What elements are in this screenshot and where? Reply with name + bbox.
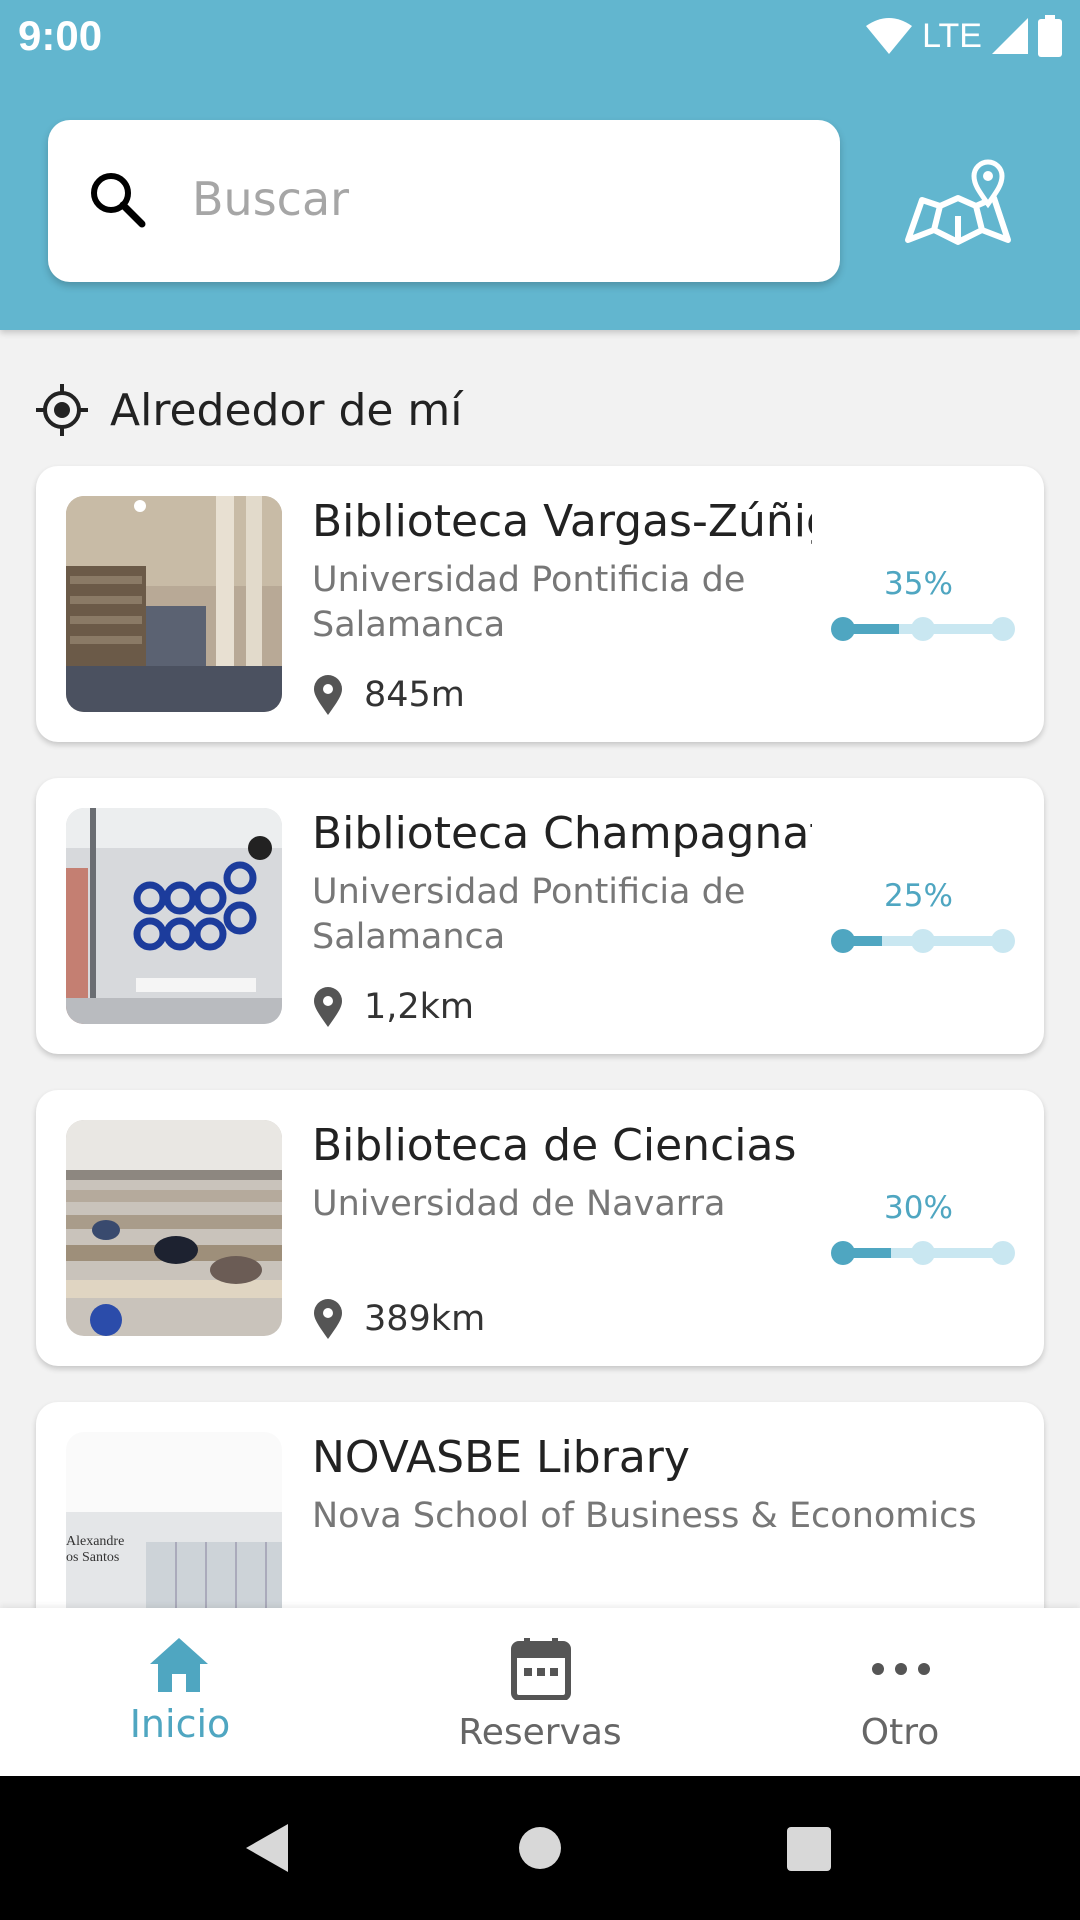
occupancy-dot-low: [831, 617, 855, 641]
nav-label: Otro: [860, 1712, 940, 1753]
status-bar: 9:00 LTE: [0, 0, 1080, 72]
library-institution: Universidad Pontificia de Salamanca: [312, 560, 746, 645]
library-photo: [66, 1120, 282, 1336]
bottom-navigation: Inicio Reservas Otro: [0, 1608, 1080, 1776]
network-type: LTE: [922, 16, 982, 55]
location-pin-icon: [314, 675, 342, 715]
section-title: Alrededor de mí: [110, 384, 463, 436]
back-icon[interactable]: [244, 1822, 290, 1874]
search-placeholder: Buscar: [192, 172, 350, 226]
nav-label: Reservas: [458, 1712, 622, 1753]
home-button-icon[interactable]: [518, 1826, 562, 1870]
location-pin-icon: [314, 987, 342, 1027]
occupancy-dot-low: [831, 929, 855, 953]
library-card[interactable]: Alexandre os Santos NOVASBE Library Nova…: [36, 1402, 1044, 1642]
distance-text: 1,2km: [364, 987, 475, 1027]
location-pin-icon: [314, 1299, 342, 1339]
library-photo: [66, 808, 282, 1024]
home-icon: [150, 1638, 208, 1692]
recents-icon[interactable]: [786, 1826, 832, 1872]
library-card[interactable]: Biblioteca de Ciencias Universidad de Na…: [36, 1090, 1044, 1366]
search-icon: [91, 173, 146, 228]
occupancy-dot-mid: [911, 929, 935, 953]
distance-text: 389km: [364, 1299, 486, 1339]
nav-item-reservas[interactable]: Reservas: [360, 1608, 720, 1776]
occupancy-dot-high: [991, 929, 1015, 953]
library-card[interactable]: Biblioteca Vargas-Zúñiga Universidad Pon…: [36, 466, 1044, 742]
occupancy-indicator: 30%: [831, 1190, 1031, 1270]
library-institution: Universidad Pontificia de Salamanca: [312, 872, 746, 957]
occupancy-dot-low: [831, 1241, 855, 1265]
status-time: 9:00: [18, 12, 103, 59]
map-icon[interactable]: [902, 156, 1014, 252]
library-name: NOVASBE Library: [312, 1432, 690, 1483]
battery-icon: [1038, 15, 1062, 57]
nav-item-inicio[interactable]: Inicio: [0, 1608, 360, 1776]
wifi-icon: [866, 18, 913, 54]
library-institution: Nova School of Business & Economics: [312, 1496, 977, 1536]
occupancy-dot-mid: [911, 1241, 935, 1265]
search-input[interactable]: [48, 120, 840, 282]
library-distance: 1,2km: [312, 982, 474, 1032]
nav-label: Inicio: [129, 1702, 231, 1746]
calendar-icon: [511, 1638, 571, 1700]
signal-icon: [992, 18, 1028, 54]
library-institution: Universidad de Navarra: [312, 1184, 726, 1224]
library-name: Biblioteca Champagnat: [312, 808, 812, 859]
occupancy-indicator: 35%: [831, 566, 1031, 646]
nearby-section-header: Alrededor de mí: [36, 378, 463, 442]
occupancy-indicator: 25%: [831, 878, 1031, 958]
app-header: 9:00 LTE Buscar: [0, 0, 1080, 330]
library-distance: 389km: [312, 1294, 485, 1344]
occupancy-dot-high: [991, 1241, 1015, 1265]
distance-text: 845m: [364, 675, 465, 715]
library-name: Biblioteca de Ciencias: [312, 1120, 797, 1171]
system-navigation-bar: [0, 1776, 1080, 1920]
library-card[interactable]: Biblioteca Champagnat Universidad Pontif…: [36, 778, 1044, 1054]
status-icons: LTE: [866, 14, 1062, 58]
occupancy-label: 35%: [884, 566, 953, 602]
occupancy-dot-mid: [911, 617, 935, 641]
library-photo: [66, 496, 282, 712]
nav-item-otro[interactable]: Otro: [720, 1608, 1080, 1776]
library-name: Biblioteca Vargas-Zúñiga: [312, 496, 812, 547]
library-distance: 845m: [312, 670, 465, 720]
photo-caption-text: Alexandre os Santos: [66, 1534, 125, 1565]
my-location-icon: [36, 384, 88, 436]
more-icon: [872, 1663, 930, 1675]
occupancy-dot-high: [991, 617, 1015, 641]
occupancy-label: 30%: [884, 1190, 953, 1226]
occupancy-label: 25%: [884, 878, 953, 914]
